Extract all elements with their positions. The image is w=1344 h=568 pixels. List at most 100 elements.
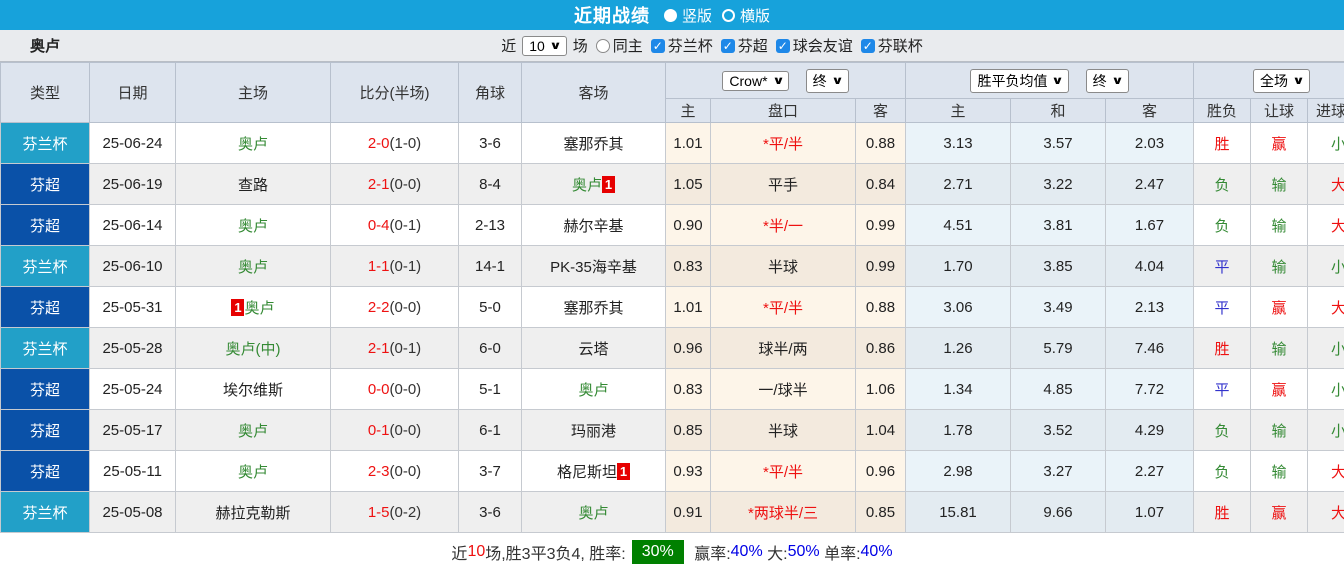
handicap-away-odds: 0.96 (855, 450, 906, 492)
team-label: 奥卢 (578, 381, 609, 399)
handicap-line: 一/球半 (710, 368, 856, 410)
subheader-result: 胜负 (1193, 98, 1251, 123)
home-team-cell: 埃尔维斯 (175, 368, 331, 410)
odds-away: 7.72 (1105, 368, 1194, 410)
league-label-veikkausliiga[interactable]: 芬超 (738, 35, 768, 56)
team-label: 奥卢 (237, 422, 268, 440)
full-time-score: 0-4 (367, 216, 390, 234)
horizontal-radio[interactable] (722, 8, 735, 22)
result-cell: 负 (1193, 450, 1251, 492)
subheader-handicap-result: 让球 (1250, 98, 1308, 123)
result-cell: 负 (1193, 163, 1251, 205)
away-team-cell: 塞那乔其 (521, 122, 666, 164)
odds-type-select[interactable]: 胜平负均值 ∨ (970, 68, 1070, 93)
goals-result-cell: 小 (1307, 122, 1344, 164)
league-checkbox-veikkausliiga[interactable]: ✓ (720, 38, 735, 53)
result-group-header: 全场 ∨ (1193, 62, 1344, 99)
title-bar: 近期战绩 竖版 横版 (0, 0, 1344, 30)
date-cell: 25-05-11 (89, 450, 176, 492)
half-time-score: (0-1) (389, 257, 422, 275)
table-row: 芬超 25-06-19 查路 2-1(0-0) 8-4 奥卢 1 1.05 平手 0.84 2.71… (0, 163, 1344, 205)
odds-draw: 3.52 (1010, 409, 1106, 451)
odds-group-header: 胜平负均值 ∨ 终 ∨ (905, 62, 1194, 99)
home-team-cell: 赫拉克勒斯 (175, 491, 331, 533)
date-cell: 25-05-28 (89, 327, 176, 369)
date-cell: 25-05-08 (89, 491, 176, 533)
corner-cell: 8-4 (458, 163, 522, 205)
vertical-radio[interactable] (663, 8, 677, 22)
league-checkbox-club-friendly[interactable]: ✓ (775, 38, 790, 53)
table-row: 芬兰杯 25-05-28 奥卢(中) 2-1(0-1) 6-0 云塔 0.96 球半/两 0.8… (0, 327, 1344, 369)
handicap-time-select[interactable]: 终 ∨ (805, 68, 849, 93)
league-label-club-friendly[interactable]: 球会友谊 (793, 35, 853, 56)
handicap-result-cell: 赢 (1250, 491, 1308, 533)
handicap-home-odds: 0.93 (665, 450, 711, 492)
type-badge: 芬超 (0, 368, 90, 410)
league-label-league-cup[interactable]: 芬联杯 (878, 35, 923, 56)
half-time-score: (1-0) (389, 134, 422, 152)
handicap-rate-label: 赢率: (689, 545, 731, 563)
corner-cell: 2-13 (458, 204, 522, 246)
odds-draw: 3.49 (1010, 286, 1106, 328)
team-label: 格尼斯坦 (556, 463, 617, 481)
full-time-score: 2-1 (367, 339, 390, 357)
team-label: 奥卢 (237, 217, 268, 235)
result-cell: 平 (1193, 368, 1251, 410)
away-team-cell: 玛丽港 (521, 409, 666, 451)
vertical-radio-label[interactable]: 竖版 (682, 5, 712, 26)
odds-away: 2.27 (1105, 450, 1194, 492)
filter-bar: 奥卢 近 10 ∨ 场 同主 ✓ 芬兰杯 ✓ 芬超 ✓ 球会友谊 ✓ 芬联杯 (0, 30, 1344, 62)
team-label: 奥卢 (578, 504, 609, 522)
league-checkbox-league-cup[interactable]: ✓ (860, 38, 875, 53)
team-label: 奥卢 (237, 258, 268, 276)
handicap-away-odds: 0.85 (855, 491, 906, 533)
team-name: 奥卢 (30, 38, 61, 55)
corner-cell: 5-1 (458, 368, 522, 410)
handicap-line: *平/半 (710, 122, 856, 164)
handicap-result-cell: 赢 (1250, 122, 1308, 164)
handicap-rate-value: 40% (730, 542, 763, 560)
half-time-score: (0-2) (389, 503, 422, 521)
table-row: 芬超 25-05-24 埃尔维斯 0-0(0-0) 5-1 奥卢 0.83 一/球半 1.06 1… (0, 368, 1344, 410)
odds-away: 4.04 (1105, 245, 1194, 287)
result-cell: 胜 (1193, 491, 1251, 533)
period-select[interactable]: 全场 ∨ (1253, 68, 1310, 93)
col-header-corner: 角球 (458, 62, 522, 123)
subheader-handicap-line: 盘口 (710, 98, 856, 123)
league-label-finnish-cup[interactable]: 芬兰杯 (668, 35, 713, 56)
chevron-down-icon: ∨ (1051, 75, 1065, 87)
match-count-select[interactable]: 10 ∨ (522, 35, 567, 56)
matches-label: 场 (572, 38, 588, 55)
date-cell: 25-06-24 (89, 122, 176, 164)
odds-draw: 3.27 (1010, 450, 1106, 492)
score-cell: 2-2(0-0) (330, 286, 459, 328)
team-label: 查路 (237, 176, 268, 194)
corner-cell: 3-6 (458, 122, 522, 164)
half-time-score: (0-0) (389, 462, 422, 480)
subheader-handicap-home: 主 (665, 98, 711, 123)
corner-cell: 6-0 (458, 327, 522, 369)
odds-home: 15.81 (905, 491, 1011, 533)
half-time-score: (0-0) (389, 380, 422, 398)
col-header-date: 日期 (89, 62, 176, 123)
type-badge: 芬超 (0, 286, 90, 328)
handicap-away-odds: 0.99 (855, 204, 906, 246)
layout-switch: 竖版 横版 (654, 5, 770, 26)
same-home-checkbox[interactable] (595, 38, 610, 53)
goals-result-cell: 大 (1307, 491, 1344, 533)
odds-draw: 4.85 (1010, 368, 1106, 410)
horizontal-radio-label[interactable]: 横版 (740, 5, 770, 26)
handicap-result-cell: 输 (1250, 245, 1308, 287)
odds-away: 2.13 (1105, 286, 1194, 328)
type-badge: 芬兰杯 (0, 245, 90, 287)
league-checkbox-finnish-cup[interactable]: ✓ (650, 38, 665, 53)
odds-time-select[interactable]: 终 ∨ (1085, 68, 1129, 93)
date-cell: 25-06-19 (89, 163, 176, 205)
bookmaker-select[interactable]: Crow* ∨ (722, 70, 790, 91)
same-home-label[interactable]: 同主 (613, 35, 643, 56)
col-header-score: 比分(半场) (330, 62, 459, 123)
odds-home: 1.70 (905, 245, 1011, 287)
score-cell: 0-4(0-1) (330, 204, 459, 246)
table-row: 芬兰杯 25-05-08 赫拉克勒斯 1-5(0-2) 3-6 奥卢 0.91 *两球半/三 0… (0, 491, 1344, 533)
score-cell: 2-0(1-0) (330, 122, 459, 164)
